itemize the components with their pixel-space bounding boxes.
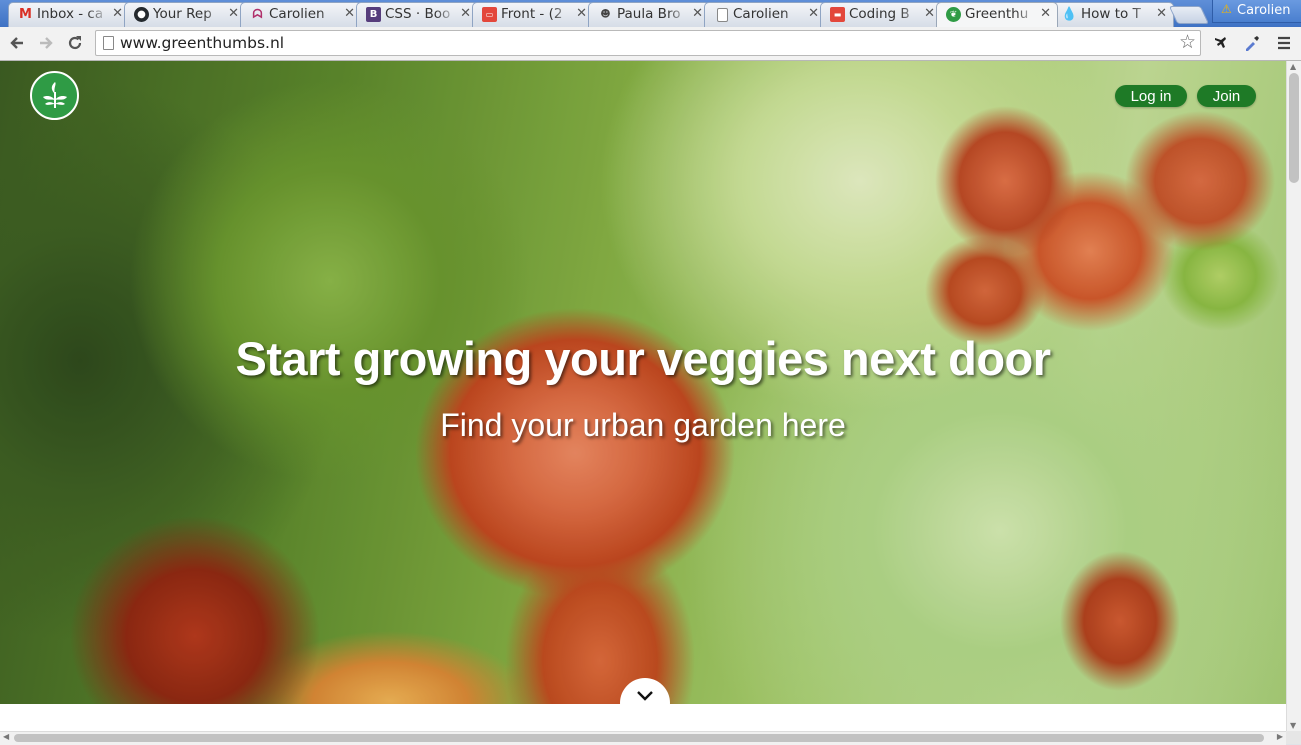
browser-tab[interactable]: B CSS · Boo ✕ [356,2,478,27]
profile-name: Carolien [1237,3,1291,18]
scrollbar-corner [1286,731,1301,744]
browser-tab[interactable]: ● Your Rep ✕ [124,2,246,27]
hero-title: Start growing your veggies next door [235,332,1051,385]
tab-title: Paula Bro [617,6,681,22]
browser-tab[interactable]: M Inbox - ca ✕ [8,2,130,27]
chevron-down-icon [637,691,653,701]
browser-tab[interactable]: Carolien ✕ [704,2,826,27]
bootstrap-icon: B [366,7,381,22]
extension-icon[interactable] [1210,32,1232,54]
page-icon [717,8,728,22]
leaf-logo-icon [42,81,67,108]
owl-icon: ☻ [600,9,611,20]
tab-title: How to T [1081,6,1141,22]
greenthumbs-logo[interactable] [30,71,79,120]
tab-title: CSS · Boo [385,6,451,22]
hamburger-menu-icon [1278,36,1290,50]
tab-title: Front - (2 [501,6,563,22]
close-tab-icon[interactable]: ✕ [808,6,819,21]
eyedropper-icon [1246,36,1259,51]
vertical-scrollbar-thumb[interactable] [1289,73,1299,183]
runner-extension-icon [1215,37,1226,48]
tab-title: Greenthu [965,6,1029,22]
front-icon: ▭ [482,7,497,22]
moo-icon: ᗣ [252,7,263,21]
bookmark-star-icon[interactable]: ☆ [1179,31,1196,53]
close-tab-icon[interactable]: ✕ [576,6,587,21]
browser-tab-strip: M Inbox - ca ✕ ● Your Rep ✕ ᗣ Carolien ✕… [0,0,1301,27]
tab-title: Coding B [849,6,910,22]
tab-title: Your Rep [153,6,212,22]
browser-tab[interactable]: ▭ Front - (2 ✕ [472,2,594,27]
scroll-down-arrow-icon[interactable]: ▼ [1290,721,1296,730]
hero-section: Log in Join Start growing your veggies n… [0,61,1286,704]
close-tab-icon[interactable]: ✕ [1156,6,1167,21]
url-text[interactable]: www.greenthumbs.nl [120,34,284,52]
tab-title: Carolien [269,6,325,22]
reload-icon [68,36,82,50]
horizontal-scrollbar[interactable]: ◀ ▶ [0,731,1286,745]
scroll-left-arrow-icon[interactable]: ◀ [3,732,9,741]
new-tab-button[interactable] [1168,6,1210,24]
forward-button[interactable] [35,32,57,54]
close-tab-icon[interactable]: ✕ [924,6,935,21]
gmail-icon: M [19,7,32,22]
address-bar[interactable]: www.greenthumbs.nl ☆ [95,30,1201,56]
tab-title: Inbox - ca [37,6,104,22]
forward-arrow-icon [40,37,53,49]
close-tab-icon[interactable]: ✕ [344,6,355,21]
browser-menu-button[interactable] [1273,32,1295,54]
close-tab-icon[interactable]: ✕ [460,6,471,21]
close-tab-icon[interactable]: ✕ [692,6,703,21]
reload-button[interactable] [64,32,86,54]
hero-subtitle: Find your urban garden here [440,407,846,443]
join-button[interactable]: Join [1197,85,1256,107]
warning-icon: ⚠ [1221,2,1232,16]
browser-tab[interactable]: ᗣ Carolien ✕ [240,2,362,27]
horizontal-scrollbar-thumb[interactable] [14,734,1264,742]
page-icon [103,36,114,50]
scroll-down-button[interactable] [620,678,670,728]
greenthumbs-icon: ❦ [946,7,961,22]
browser-tab[interactable]: 💧 How to T ✕ [1052,2,1174,27]
login-button[interactable]: Log in [1115,85,1187,107]
close-tab-icon[interactable]: ✕ [112,6,123,21]
color-picker-extension[interactable] [1241,32,1263,54]
close-tab-icon[interactable]: ✕ [228,6,239,21]
drupal-icon: 💧 [1061,7,1078,22]
bus-icon: ▬ [830,7,845,22]
close-tab-icon[interactable]: ✕ [1040,6,1051,21]
scroll-right-arrow-icon[interactable]: ▶ [1277,732,1283,741]
scroll-up-arrow-icon[interactable]: ▲ [1290,62,1296,71]
page-viewport: Log in Join Start growing your veggies n… [0,61,1286,731]
profile-button[interactable]: ⚠ Carolien [1212,0,1301,23]
browser-tab[interactable]: ☻ Paula Bro ✕ [588,2,710,27]
back-arrow-icon [10,37,23,49]
vertical-scrollbar[interactable]: ▲ ▼ [1286,61,1301,731]
browser-tab-active[interactable]: ❦ Greenthu ✕ [936,2,1058,27]
browser-tab[interactable]: ▬ Coding B ✕ [820,2,942,27]
tab-title: Carolien [733,6,789,22]
browser-toolbar: www.greenthumbs.nl ☆ [0,27,1301,61]
back-button[interactable] [6,32,28,54]
github-icon: ● [134,7,149,22]
